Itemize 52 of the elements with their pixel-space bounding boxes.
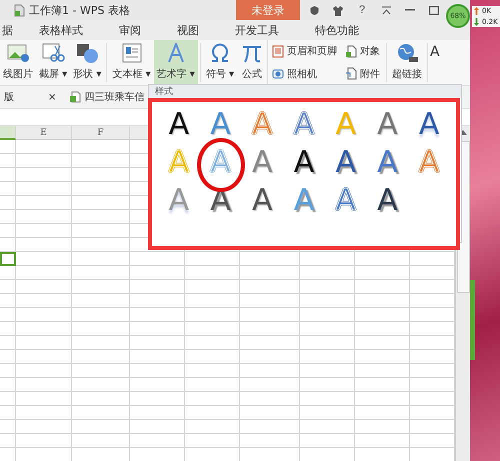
ribbon-small-button[interactable]: 附件 [345, 66, 380, 81]
column-header[interactable] [0, 126, 16, 140]
document-tab[interactable]: 版 [0, 90, 18, 104]
help-button[interactable]: ? [352, 3, 372, 17]
ribbon-small-button[interactable]: 对象 [345, 44, 380, 58]
menu-tab[interactable]: 特色功能 [315, 22, 359, 38]
ribbon-button[interactable]: 文本框 ▾ [109, 40, 154, 85]
paperclip-document-icon [345, 67, 358, 80]
textbox-icon [120, 43, 144, 63]
ribbon-button[interactable]: 公式 [237, 40, 268, 85]
window-title: 工作簿1 - WPS 表格 [29, 2, 130, 18]
menu-tab[interactable]: 视图 [177, 22, 199, 38]
wordart-style[interactable]: A [252, 148, 273, 178]
column-header[interactable]: E [16, 126, 72, 140]
wordart-style[interactable]: A [335, 148, 356, 178]
ribbon-small-button[interactable]: 照相机 [272, 66, 338, 81]
page-icon [272, 44, 284, 58]
ribbon-button[interactable]: 线图片 [0, 40, 36, 85]
wordart-style[interactable]: A [418, 110, 440, 140]
download-arrow-icon [474, 18, 479, 26]
scissors-icon [41, 43, 66, 63]
menu-tab[interactable]: 审阅 [119, 22, 141, 38]
menu-tab[interactable]: 据 [2, 22, 13, 38]
column-header[interactable]: F [72, 126, 130, 140]
picture-icon [6, 43, 30, 63]
wordart-style[interactable]: A [377, 186, 398, 216]
ribbon-button[interactable]: 艺术字 ▾ [154, 40, 198, 85]
close-tab-button[interactable]: × [44, 92, 60, 102]
globe-link-icon [395, 43, 420, 63]
upload-arrow-icon [474, 6, 479, 14]
cell[interactable] [0, 252, 16, 266]
side-panel-tab[interactable] [470, 280, 475, 360]
hyperlink-button[interactable]: 超链接 [389, 40, 426, 85]
wordart-style[interactable]: A [168, 110, 190, 140]
wordart-style[interactable]: A [294, 148, 314, 178]
wordart-style[interactable]: A [377, 110, 398, 140]
ribbon-button[interactable]: 截屏 ▾ [36, 40, 70, 85]
camera-icon [272, 67, 284, 80]
spreadsheet-file-icon [14, 4, 25, 16]
menu-tab[interactable]: 表格样式 [39, 22, 83, 38]
ribbon-small-button[interactable]: 页眉和页脚 [272, 44, 338, 58]
panel-header: 样式 [155, 86, 173, 98]
wordart-style[interactable]: A [252, 186, 273, 216]
ribbon-small-button[interactable]: A [430, 44, 440, 60]
ribbon-button[interactable]: 符号 ▾ [202, 40, 238, 85]
menu-tab[interactable]: 开发工具 [235, 22, 279, 38]
ribbon-button[interactable]: 形状 ▾ [70, 40, 104, 85]
shapes-icon [75, 43, 100, 63]
document-tab[interactable]: 四三班乘车信 [66, 90, 148, 104]
document-icon [345, 44, 358, 58]
spreadsheet-file-icon [70, 91, 82, 103]
wordart-style[interactable]: A [377, 148, 398, 178]
